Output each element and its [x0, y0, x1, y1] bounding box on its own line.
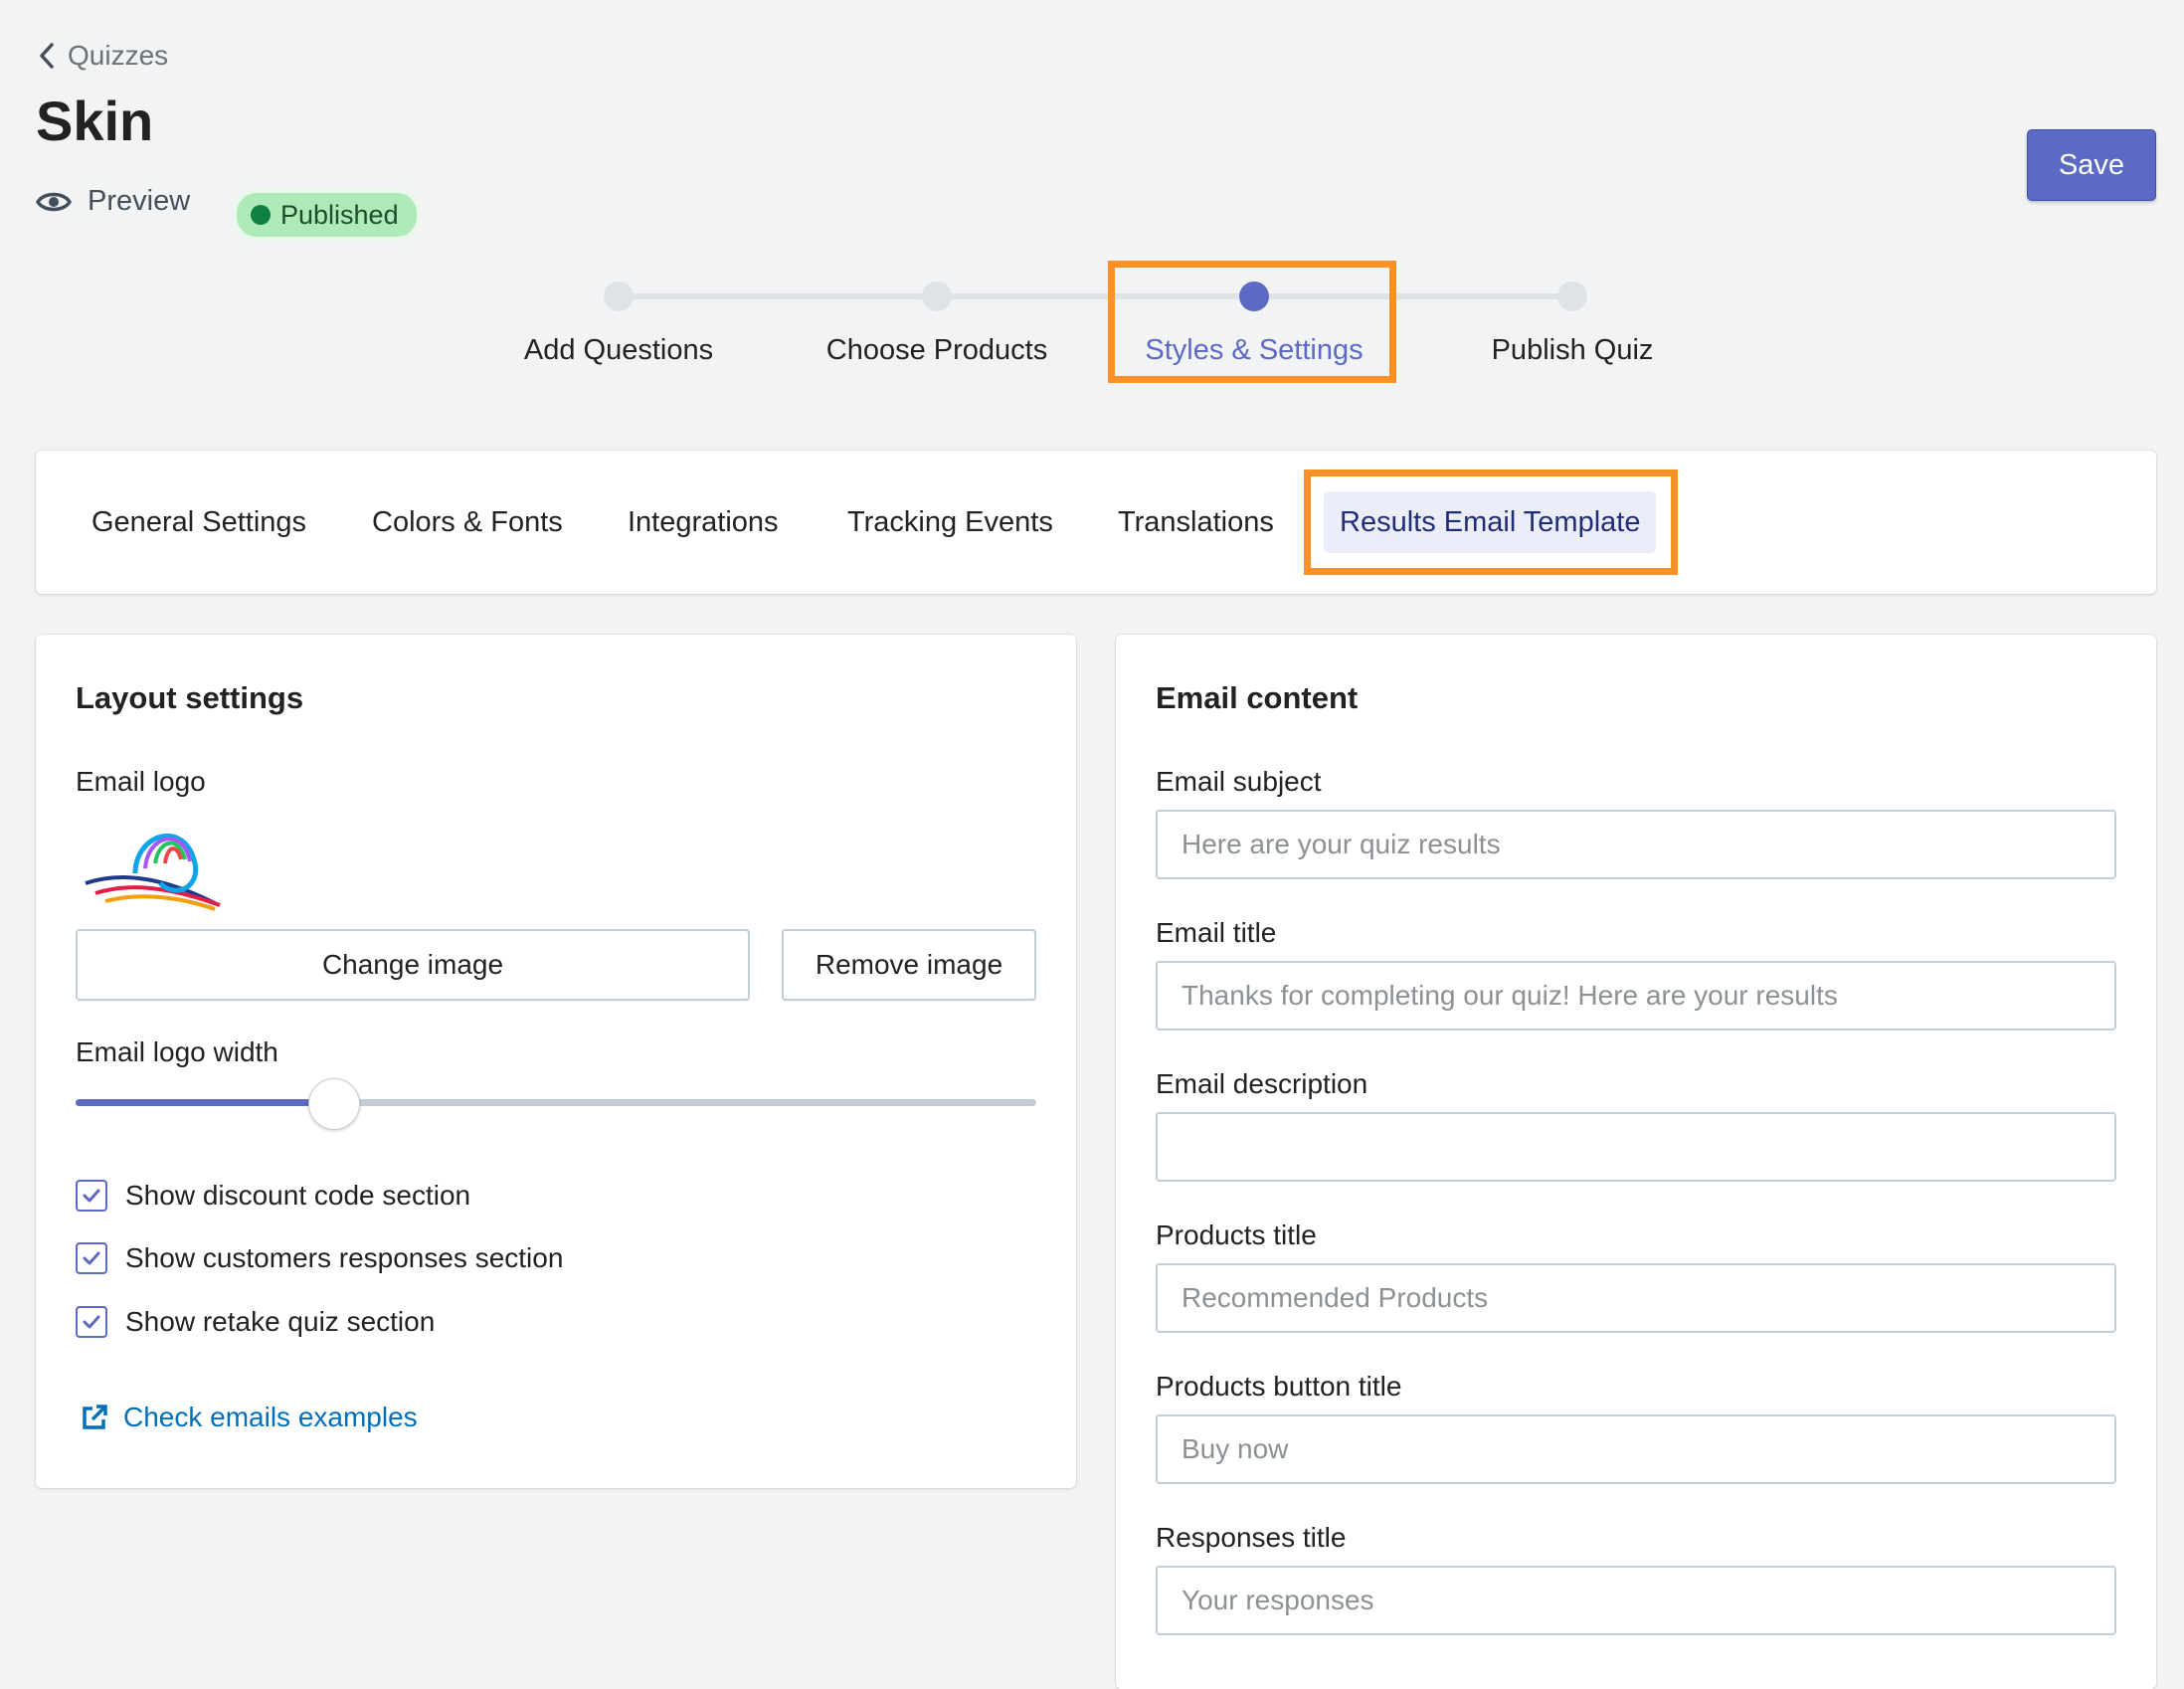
checkbox-label: Show discount code section [125, 1180, 471, 1211]
email-description-input[interactable] [1156, 1112, 2116, 1182]
highlight-box-styles-settings [1108, 261, 1396, 383]
checkbox-box[interactable] [76, 1180, 107, 1212]
products-title-input[interactable] [1156, 1263, 2116, 1333]
back-to-quizzes-link[interactable]: Quizzes [36, 36, 168, 76]
layout-settings-title: Layout settings [76, 680, 304, 715]
step-label-add-questions[interactable]: Add Questions [524, 334, 713, 367]
stepper-track [619, 293, 1571, 299]
back-label: Quizzes [68, 40, 169, 71]
check-emails-examples-link[interactable]: Check emails examples [80, 1402, 418, 1433]
checkmark-icon [83, 1251, 100, 1265]
highlight-box-results-email-template [1304, 469, 1678, 575]
status-badge-label: Published [280, 199, 399, 230]
remove-image-button[interactable]: Remove image [782, 929, 1036, 1001]
email-logo-image [85, 833, 221, 911]
step-dot-choose-products[interactable] [922, 282, 952, 311]
products-title-label: Products title [1156, 1220, 1317, 1250]
email-description-label: Email description [1156, 1068, 1368, 1099]
external-link-icon [83, 1405, 107, 1429]
email-subject-label: Email subject [1156, 766, 1322, 797]
status-badge: Published [233, 189, 421, 241]
chevron-left-icon [40, 43, 54, 69]
email-logo-label: Email logo [76, 766, 206, 797]
status-dot-icon [251, 205, 271, 225]
checkbox-box[interactable] [76, 1242, 107, 1274]
change-image-button[interactable]: Change image [76, 929, 750, 1001]
show-discount-code-checkbox[interactable]: Show discount code section [76, 1180, 470, 1212]
email-subject-input[interactable] [1156, 810, 2116, 879]
checkbox-label: Show retake quiz section [125, 1306, 436, 1337]
show-retake-quiz-checkbox[interactable]: Show retake quiz section [76, 1306, 435, 1338]
settings-tabs-card [36, 451, 2156, 594]
email-content-title: Email content [1156, 680, 1359, 715]
tab-tracking-events[interactable]: Tracking Events [847, 491, 1053, 553]
step-dot-add-questions[interactable] [604, 282, 634, 311]
check-emails-examples-label: Check emails examples [123, 1402, 418, 1432]
page-title: Skin [36, 90, 154, 152]
preview-label: Preview [88, 185, 191, 217]
save-button[interactable]: Save [2027, 129, 2156, 201]
responses-title-input[interactable] [1156, 1566, 2116, 1635]
checkmark-icon [83, 1189, 100, 1203]
logo-width-slider-thumb[interactable] [308, 1078, 360, 1130]
email-logo-width-label: Email logo width [76, 1036, 278, 1067]
tab-integrations[interactable]: Integrations [628, 491, 779, 553]
email-title-label: Email title [1156, 917, 1277, 948]
responses-title-label: Responses title [1156, 1522, 1347, 1553]
tab-general-settings[interactable]: General Settings [91, 491, 306, 553]
products-button-title-input[interactable] [1156, 1414, 2116, 1484]
step-label-choose-products[interactable]: Choose Products [826, 334, 1047, 367]
tab-translations[interactable]: Translations [1118, 491, 1274, 553]
checkmark-icon [83, 1315, 100, 1329]
checkbox-label: Show customers responses section [125, 1242, 564, 1273]
tab-colors-fonts[interactable]: Colors & Fonts [372, 491, 563, 553]
step-dot-publish-quiz[interactable] [1557, 282, 1587, 311]
step-label-publish-quiz[interactable]: Publish Quiz [1492, 334, 1654, 367]
show-customers-responses-checkbox[interactable]: Show customers responses section [76, 1242, 563, 1274]
email-title-input[interactable] [1156, 961, 2116, 1031]
logo-width-slider-fill [76, 1099, 334, 1106]
preview-button[interactable]: Preview [36, 185, 190, 218]
checkbox-box[interactable] [76, 1306, 107, 1338]
products-button-title-label: Products button title [1156, 1371, 1402, 1402]
eye-icon [36, 192, 72, 211]
